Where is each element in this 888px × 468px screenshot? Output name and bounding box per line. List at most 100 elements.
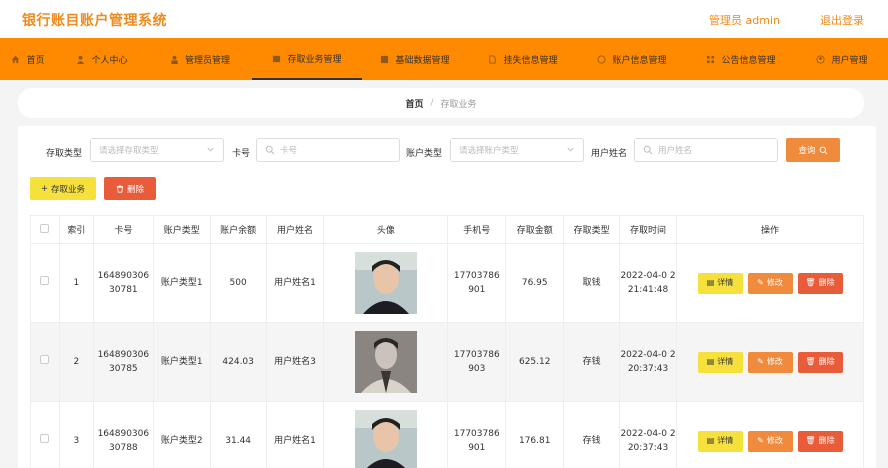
- edit-button[interactable]: ✎ 修改: [747, 351, 793, 373]
- nav-item-accounts[interactable]: 账户信息管理: [578, 38, 686, 80]
- cell-acct-type: 账户类型1: [152, 243, 211, 323]
- row-checkbox[interactable]: [40, 355, 50, 364]
- transactions-table: 索引 卡号 账户类型 账户余额 用户姓名 头像 手机号 存取金额 存取类型 存取…: [30, 215, 864, 468]
- card-filter-label: 卡号: [232, 149, 251, 159]
- detail-button[interactable]: ▤ 详情: [697, 272, 743, 294]
- detail-button[interactable]: ▤ 详情: [697, 351, 743, 373]
- search-icon: [265, 145, 275, 155]
- cell-name: 用户姓名1: [265, 401, 325, 468]
- avatar: [354, 410, 417, 468]
- select-all-checkbox[interactable]: [40, 223, 50, 233]
- logout-link[interactable]: 退出登录: [820, 12, 864, 28]
- bulk-delete-button[interactable]: 删除: [104, 177, 156, 200]
- delete-button[interactable]: 🗑 删除: [797, 272, 843, 294]
- search-icon: [819, 146, 827, 154]
- acct-type-filter-label: 账户类型: [406, 149, 443, 159]
- col-index: 索引: [58, 215, 94, 244]
- type-filter-label: 存取类型: [46, 149, 83, 159]
- main-nav: 首页 个人中心 管理员管理 存取业务管理 基础数据管理 挂失信息管理 账户信息管…: [0, 38, 888, 80]
- cell-phone: 17703786 901: [447, 243, 507, 323]
- trash-icon: [116, 184, 124, 193]
- cell-acct-type: 账户类型1: [152, 322, 211, 402]
- cell-name: 用户姓名1: [265, 243, 325, 323]
- nav-item-profile[interactable]: 个人中心: [56, 38, 148, 80]
- cell-time: 2022-04-0 2 20:37:43: [619, 322, 678, 402]
- cell-type: 存钱: [563, 322, 621, 402]
- search-icon: [643, 145, 653, 155]
- select-all-cell: [30, 215, 60, 244]
- nav-item-home[interactable]: 首页: [0, 38, 56, 80]
- circle-icon: [597, 54, 607, 64]
- user-icon: [77, 55, 85, 64]
- chevron-down-icon: [567, 147, 574, 152]
- plus-icon: +: [40, 183, 49, 194]
- detail-button[interactable]: ▤ 详情: [697, 430, 743, 452]
- nav-item-loss-report[interactable]: 挂失信息管理: [468, 38, 578, 80]
- cell-phone: 17703786 901: [447, 401, 507, 468]
- edit-button[interactable]: ✎ 修改: [747, 272, 793, 294]
- row-checkbox[interactable]: [40, 276, 50, 285]
- type-select[interactable]: 请选择存取类型: [90, 138, 224, 162]
- edit-icon: ✎: [757, 357, 764, 366]
- name-input[interactable]: 用户姓名: [634, 138, 778, 162]
- col-phone: 手机号: [447, 215, 507, 244]
- doc-icon: ▤: [706, 357, 715, 366]
- file-icon: [489, 54, 497, 64]
- trash-icon: 🗑: [805, 357, 816, 366]
- app-title: 银行账目账户管理系统: [22, 13, 167, 29]
- col-balance: 账户余额: [209, 215, 267, 244]
- nav-item-notices[interactable]: 公告信息管理: [686, 38, 796, 80]
- cell-amount: 176.81: [505, 401, 565, 468]
- admin-icon: [171, 55, 178, 64]
- cell-balance: 500: [209, 243, 267, 323]
- col-ops: 操作: [676, 215, 864, 244]
- card-input[interactable]: 卡号: [256, 138, 400, 162]
- cell-type: 取钱: [563, 243, 621, 323]
- cell-card: 164890306 30781: [92, 243, 154, 323]
- cell-acct-type: 账户类型2: [152, 401, 211, 468]
- cell-name: 用户姓名3: [265, 322, 325, 402]
- col-type: 存取类型: [563, 215, 621, 244]
- circle-user-icon: [816, 54, 826, 64]
- name-filter-label: 用户姓名: [591, 149, 628, 159]
- nav-item-users[interactable]: 用户管理: [796, 38, 888, 80]
- admin-label: 管理员 admin: [709, 14, 780, 27]
- cell-balance: 31.44: [209, 401, 267, 468]
- breadcrumb: 首页 / 存取业务: [18, 88, 864, 118]
- query-button[interactable]: 查询: [786, 138, 840, 162]
- nav-item-admins[interactable]: 管理员管理: [148, 38, 252, 80]
- col-avatar: 头像: [323, 215, 449, 244]
- table-row: 3 164890306 30788 账户类型2 31.44 用户姓名1 1770…: [30, 401, 864, 468]
- breadcrumb-home[interactable]: 首页: [405, 97, 423, 110]
- cell-type: 存钱: [563, 401, 621, 468]
- table-row: 2 164890306 30785 账户类型1 424.03 用户姓名3 177…: [30, 322, 864, 402]
- cell-amount: 76.95: [505, 243, 565, 323]
- trash-icon: 🗑: [805, 278, 816, 287]
- col-name: 用户姓名: [265, 215, 325, 244]
- cell-amount: 625.12: [505, 322, 565, 402]
- apps-icon: [707, 55, 715, 63]
- cell-card: 164890306 30788: [92, 401, 154, 468]
- cell-balance: 424.03: [209, 322, 267, 402]
- nav-item-transactions[interactable]: 存取业务管理: [252, 38, 362, 80]
- grid-icon: [381, 55, 389, 63]
- delete-button[interactable]: 🗑 删除: [797, 430, 843, 452]
- breadcrumb-current: 存取业务: [440, 99, 477, 110]
- cell-phone: 17703786 903: [447, 322, 507, 402]
- trash-icon: 🗑: [805, 436, 816, 445]
- add-transaction-button[interactable]: + 存取业务: [30, 177, 96, 200]
- cell-index: 3: [58, 401, 94, 468]
- acct-type-select[interactable]: 请选择账户类型: [450, 138, 584, 162]
- avatar: [354, 252, 417, 314]
- cell-card: 164890306 30785: [92, 322, 154, 402]
- col-time: 存取时间: [619, 215, 678, 244]
- cell-time: 2022-04-0 2 21:41:48: [619, 243, 678, 323]
- doc-icon: ▤: [706, 278, 715, 287]
- row-checkbox[interactable]: [40, 434, 50, 443]
- edit-icon: ✎: [757, 436, 764, 445]
- edit-button[interactable]: ✎ 修改: [747, 430, 793, 452]
- nav-item-base-data[interactable]: 基础数据管理: [362, 38, 468, 80]
- delete-button[interactable]: 🗑 删除: [797, 351, 843, 373]
- edit-icon: ✎: [757, 278, 764, 287]
- col-acct-type: 账户类型: [152, 215, 211, 244]
